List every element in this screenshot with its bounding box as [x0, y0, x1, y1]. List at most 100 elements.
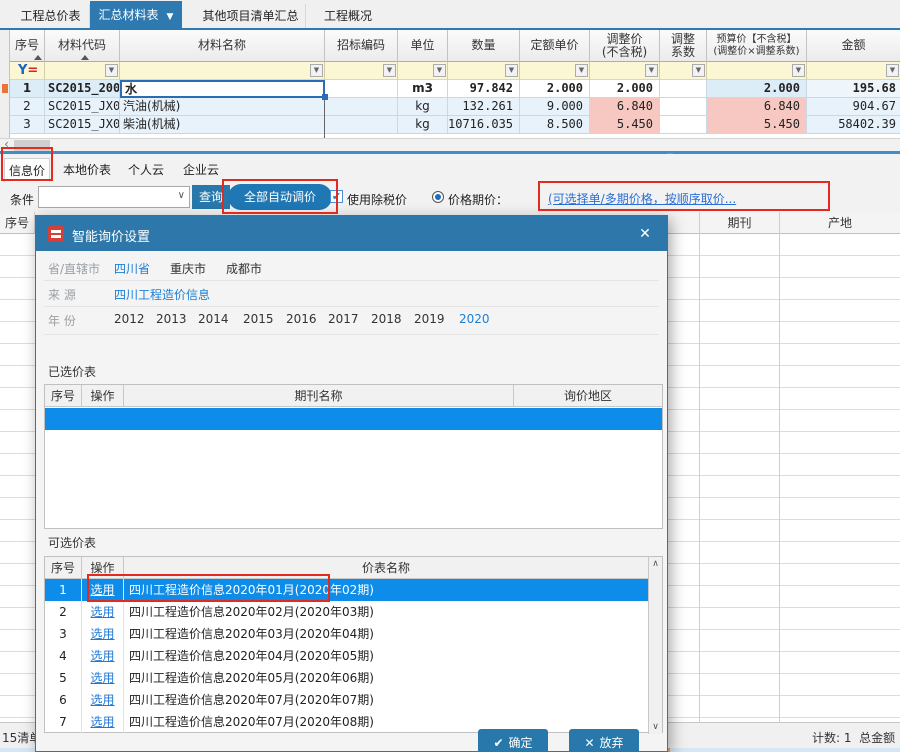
year-option[interactable]: 2017 [328, 312, 359, 326]
col-header-amount[interactable]: 金额 [807, 30, 900, 62]
horizontal-scrollbar[interactable]: ‹ [0, 138, 900, 151]
cell-seq[interactable]: 2 [10, 98, 45, 116]
col-header-journal[interactable]: 期刊 [700, 212, 780, 234]
cell-budget-price[interactable]: 2.000 [707, 80, 807, 98]
year-option[interactable]: 2012 [114, 312, 145, 326]
list-item[interactable]: 1 选用 四川工程造价信息2020年01月(2020年02期) [45, 579, 662, 601]
cell-name[interactable]: 汽油(机械) [120, 98, 325, 116]
list-item[interactable]: 6 选用 四川工程造价信息2020年07月(2020年07期) [45, 689, 662, 711]
tax-checkbox[interactable]: ✔ [330, 190, 343, 203]
cell-amount[interactable]: 58402.39 [807, 116, 900, 134]
col-header-budget-price[interactable]: 预算价【不含税】 (调整价×调整系数) [707, 30, 807, 62]
cell-coef[interactable] [660, 98, 707, 116]
cell-adj-price[interactable]: 5.450 [590, 116, 660, 134]
col-header-quota-price[interactable]: 定额单价 [520, 30, 590, 62]
col-header-origin[interactable]: 产地 [780, 212, 900, 234]
filter-dropdown-icon[interactable]: ▼ [886, 64, 899, 77]
scrollbar-thumb[interactable] [14, 140, 50, 151]
cell-quota[interactable]: 9.000 [520, 98, 590, 116]
cell-seq[interactable]: 1 [10, 80, 45, 98]
year-option[interactable]: 2019 [414, 312, 445, 326]
combo-arrow-icon[interactable]: ∨ [178, 190, 185, 201]
cell-unit[interactable]: m3 [398, 80, 448, 98]
tax-checkbox-label[interactable]: 使用除税价 [347, 191, 407, 208]
year-option[interactable]: 2014 [198, 312, 229, 326]
filter-dropdown-icon[interactable]: ▼ [575, 64, 588, 77]
select-link[interactable]: 选用 [90, 715, 114, 729]
cell-adj-price[interactable]: 2.000 [590, 80, 660, 98]
col-header-unit[interactable]: 单位 [398, 30, 448, 62]
filter-dropdown-icon[interactable]: ▼ [505, 64, 518, 77]
cell-code[interactable]: SC2015_200 [45, 80, 120, 98]
select-link[interactable]: 选用 [90, 671, 114, 685]
col-header-seq[interactable]: 序号 [0, 212, 35, 234]
period-select-link[interactable]: (可选择单/多期价格，按顺序取价... [548, 190, 736, 207]
select-link[interactable]: 选用 [90, 605, 114, 619]
auto-adjust-button[interactable]: 全部自动调价 [228, 184, 332, 210]
tab-info-price[interactable]: 信息价 [4, 158, 50, 182]
list-item[interactable]: 2 选用 四川工程造价信息2020年02月(2020年03期) [45, 601, 662, 623]
list-item[interactable]: 5 选用 四川工程造价信息2020年05月(2020年06期) [45, 667, 662, 689]
filter-cell-name[interactable]: ▼ [120, 62, 325, 80]
cell-name-editing[interactable]: 水 [120, 80, 325, 98]
filter-cell-qty[interactable]: ▼ [448, 62, 520, 80]
cell-seq[interactable]: 3 [10, 116, 45, 134]
year-option[interactable]: 2018 [371, 312, 402, 326]
cell-amount[interactable]: 904.67 [807, 98, 900, 116]
source-value-link[interactable]: 四川工程造价信息 [114, 286, 210, 303]
list-item[interactable]: 4 选用 四川工程造价信息2020年04月(2020年05期) [45, 645, 662, 667]
filter-dropdown-icon[interactable]: ▼ [645, 64, 658, 77]
col-header-qty[interactable]: 数量 [448, 30, 520, 62]
condition-combobox[interactable]: ∨ [38, 186, 190, 208]
cell-name[interactable]: 柴油(机械) [120, 116, 325, 134]
col-header-adjust-coef[interactable]: 调整 系数 [660, 30, 707, 62]
filter-dropdown-icon[interactable]: ▼ [310, 64, 323, 77]
tab-enterprise-cloud[interactable]: 企业云 [180, 158, 222, 182]
col-header-bid-code[interactable]: 招标编码 [325, 30, 398, 62]
cell-amount[interactable]: 195.68 [807, 80, 900, 98]
table-row[interactable]: 1 SC2015_200 水 m3 97.842 2.000 2.000 2.0… [10, 80, 900, 98]
filter-dropdown-icon[interactable]: ▼ [433, 64, 446, 77]
filter-dropdown-icon[interactable]: ▼ [105, 64, 118, 77]
tab-project-total[interactable]: 工程总价表 [12, 4, 90, 28]
province-option-chongqing[interactable]: 重庆市 [170, 260, 206, 277]
filter-cell-bid[interactable]: ▼ [325, 62, 398, 80]
table-row[interactable]: 2 SC2015_JX00 汽油(机械) kg 132.261 9.000 6.… [10, 98, 900, 116]
filter-dropdown-icon[interactable]: ▼ [383, 64, 396, 77]
edit-cell-handle[interactable] [322, 94, 328, 100]
col-header-seq[interactable]: 序号 [10, 30, 45, 62]
cell-coef[interactable] [660, 116, 707, 134]
cancel-button[interactable]: ✕放弃 [569, 729, 639, 752]
filter-cell-code[interactable]: ▼ [45, 62, 120, 80]
tab-project-overview[interactable]: 工程概况 [312, 4, 384, 28]
col-header-adjusted-price[interactable]: 调整价 (不含税) [590, 30, 660, 62]
ok-button[interactable]: ✔确定 [478, 729, 548, 752]
cell-coef[interactable] [660, 80, 707, 98]
filter-cell-coef[interactable]: ▼ [660, 62, 707, 80]
year-option[interactable]: 2013 [156, 312, 187, 326]
table-row[interactable]: 3 SC2015_JX00 柴油(机械) kg 10716.035 8.500 … [10, 116, 900, 134]
select-link[interactable]: 选用 [90, 693, 114, 707]
vertical-scrollbar[interactable]: ∧ ∨ [648, 557, 662, 734]
filter-cell-seq[interactable]: Y= [10, 62, 45, 80]
cell-budget-price[interactable]: 5.450 [707, 116, 807, 134]
price-period-radio[interactable] [432, 191, 444, 203]
select-link[interactable]: 选用 [90, 627, 114, 641]
cell-adj-price[interactable]: 6.840 [590, 98, 660, 116]
close-icon[interactable]: ✕ [635, 224, 655, 244]
filter-dropdown-icon[interactable]: ▼ [692, 64, 705, 77]
cell-quota[interactable]: 8.500 [520, 116, 590, 134]
year-option-selected[interactable]: 2020 [459, 312, 490, 326]
tab-personal-cloud[interactable]: 个人云 [126, 158, 166, 182]
cell-unit[interactable]: kg [398, 116, 448, 134]
filter-cell-unit[interactable]: ▼ [398, 62, 448, 80]
select-link[interactable]: 选用 [90, 583, 114, 597]
selected-empty-row[interactable] [45, 408, 662, 430]
filter-cell-adj[interactable]: ▼ [590, 62, 660, 80]
tab-local-price[interactable]: 本地价表 [58, 158, 116, 182]
cell-qty[interactable]: 97.842 [448, 80, 520, 98]
cell-unit[interactable]: kg [398, 98, 448, 116]
list-item[interactable]: 3 选用 四川工程造价信息2020年03月(2020年04期) [45, 623, 662, 645]
scroll-up-icon[interactable]: ∧ [649, 557, 662, 571]
year-option[interactable]: 2016 [286, 312, 317, 326]
